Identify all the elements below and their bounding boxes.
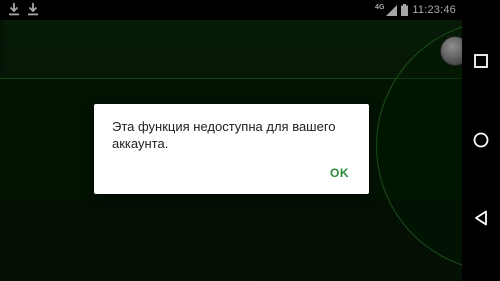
back-icon[interactable] bbox=[472, 209, 490, 227]
home-icon[interactable] bbox=[472, 131, 490, 149]
navigation-bar bbox=[462, 0, 500, 281]
ok-button[interactable]: OK bbox=[330, 166, 349, 180]
alert-dialog: Эта функция недоступна для вашего аккаун… bbox=[94, 104, 369, 194]
dialog-message: Эта функция недоступна для вашего аккаун… bbox=[112, 119, 336, 151]
recents-icon[interactable] bbox=[472, 52, 490, 70]
